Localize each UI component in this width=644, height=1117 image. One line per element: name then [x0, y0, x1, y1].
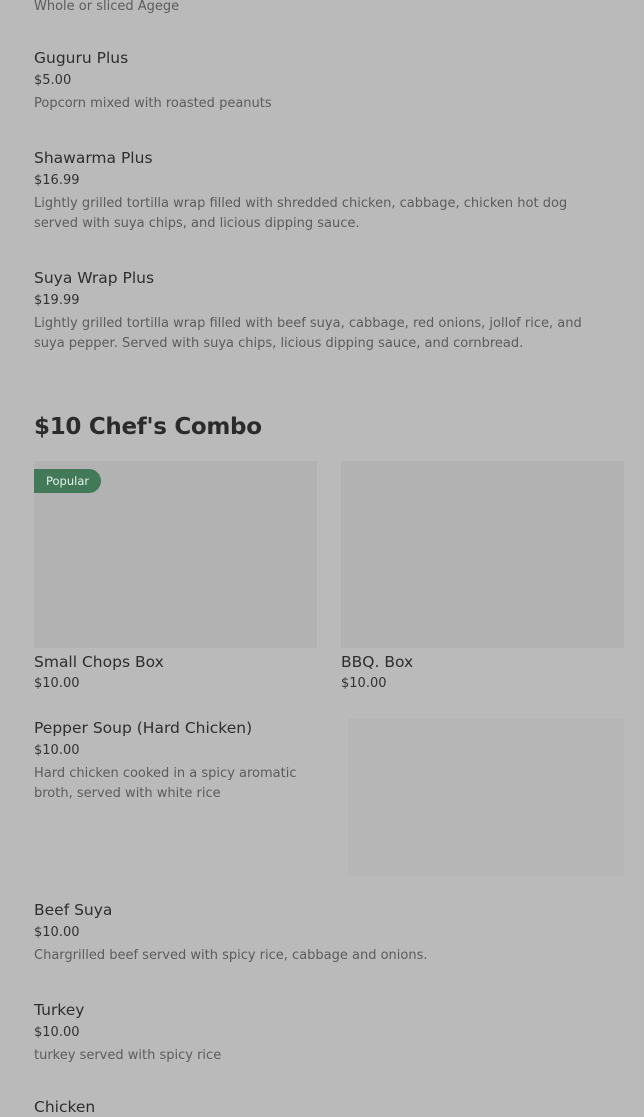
menu-item-name: Pepper Soup (Hard Chicken) [34, 719, 253, 737]
item-image-placeholder: Popular [34, 461, 317, 648]
menu-item-name: Suya Wrap Plus [34, 269, 155, 287]
combo-card-bbq-box[interactable]: BBQ. Box $10.00 [341, 461, 624, 693]
menu-item-guguru-plus[interactable]: Guguru Plus $5.00 Popcorn mixed with roa… [34, 48, 606, 114]
menu-item-description: Hard chicken cooked in a spicy aromatic … [34, 766, 297, 801]
item-image-placeholder [341, 461, 624, 648]
menu-item-description: Lightly grilled tortilla wrap filled wit… [34, 196, 568, 231]
menu-item-description: Whole or sliced Agege [34, 0, 180, 14]
menu-item-suya-wrap-plus[interactable]: Suya Wrap Plus $19.99 Lightly grilled to… [34, 268, 606, 354]
menu-item-name: Guguru Plus [34, 49, 129, 67]
menu-item-name-partial[interactable]: Chicken [34, 1097, 95, 1117]
menu-item-shawarma-plus[interactable]: Shawarma Plus $16.99 Lightly grilled tor… [34, 148, 606, 234]
menu-item-description: turkey served with spicy rice [34, 1048, 222, 1063]
menu-item-pepper-soup[interactable]: Pepper Soup (Hard Chicken) $10.00 Hard c… [34, 718, 339, 804]
combo-card-price: $10.00 [34, 676, 80, 691]
menu-item-partial[interactable]: Whole or sliced Agege [34, 0, 606, 17]
menu-item-name: Shawarma Plus [34, 149, 153, 167]
menu-item-price: $10.00 [34, 1025, 80, 1040]
menu-item-price: $19.99 [34, 293, 80, 308]
combo-card-name: Small Chops Box [34, 653, 164, 671]
popular-badge: Popular [34, 469, 102, 493]
combo-card-small-chops-box[interactable]: Popular Small Chops Box $10.00 [34, 461, 317, 693]
menu-item-description: Lightly grilled tortilla wrap filled wit… [34, 316, 582, 351]
item-image-placeholder[interactable] [348, 718, 624, 876]
menu-item-description: Popcorn mixed with roasted peanuts [34, 96, 272, 111]
menu-item-price: $5.00 [34, 73, 72, 88]
menu-item-description: Chargrilled beef served with spicy rice,… [34, 948, 428, 963]
menu-item-name: Turkey [34, 1001, 85, 1019]
menu-item-beef-suya[interactable]: Beef Suya $10.00 Chargrilled beef served… [34, 900, 606, 966]
combo-card-name: BBQ. Box [341, 653, 414, 671]
menu-item-price: $10.00 [34, 743, 80, 758]
menu-item-price: $16.99 [34, 173, 80, 188]
combo-card-price: $10.00 [341, 676, 387, 691]
menu-item-turkey[interactable]: Turkey $10.00 turkey served with spicy r… [34, 1000, 606, 1066]
section-title: $10 Chef's Combo [34, 414, 262, 440]
menu-item-name: Beef Suya [34, 901, 113, 919]
menu-item-price: $10.00 [34, 925, 80, 940]
